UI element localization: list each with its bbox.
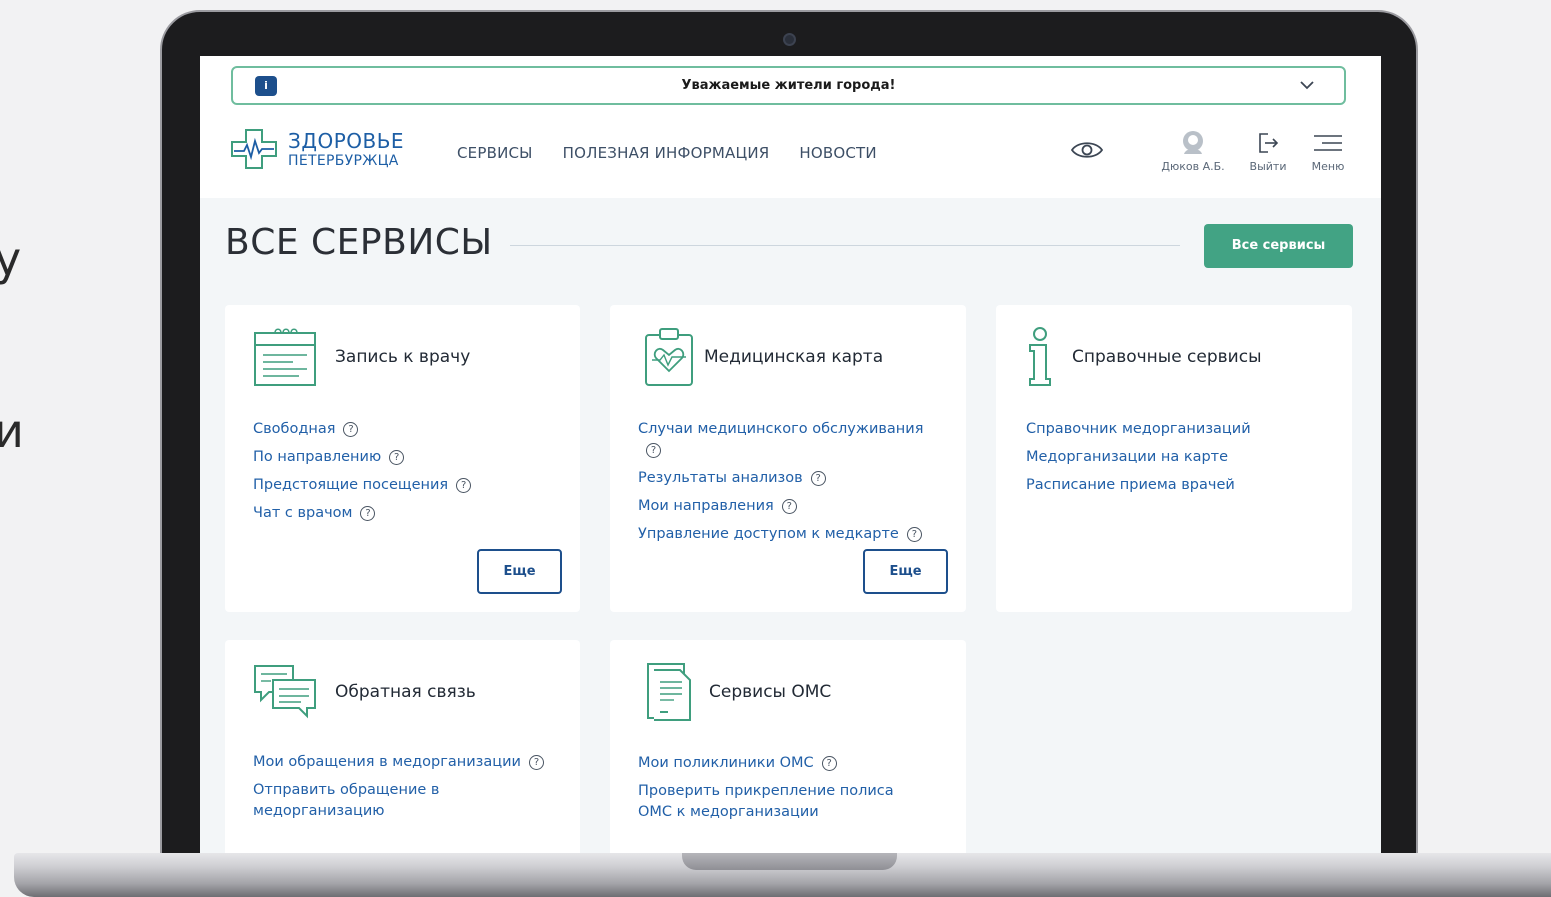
- card-title: Запись к врачу: [335, 347, 471, 367]
- nav-useful-info[interactable]: ПОЛЕЗНАЯ ИНФОРМАЦИЯ: [563, 144, 770, 162]
- help-icon[interactable]: ?: [389, 450, 405, 465]
- link-my-referrals[interactable]: Мои направления?: [638, 496, 938, 517]
- logo[interactable]: ЗДОРОВЬЕ ПЕТЕРБУРЖЦА: [230, 126, 430, 172]
- link-my-clinics[interactable]: Мои поликлиники ОМС?: [638, 753, 938, 774]
- link-doctors-schedule[interactable]: Расписание приема врачей: [1026, 475, 1251, 496]
- alert-text: Уважаемые жители города!: [681, 78, 896, 93]
- logo-subtitle: ПЕТЕРБУРЖЦА: [288, 153, 399, 169]
- link-medical-cases[interactable]: Случаи медицинского обслуживания?: [638, 419, 938, 461]
- nav-services[interactable]: СЕРВИСЫ: [457, 144, 533, 162]
- alert-banner[interactable]: i Уважаемые жители города!: [231, 66, 1346, 105]
- card-links: Справочник медорганизаций Медорганизации…: [1026, 419, 1251, 503]
- link-free-appointment[interactable]: Свободная?: [253, 419, 471, 440]
- link-my-appeals[interactable]: Мои обращения в медорганизации?: [253, 752, 553, 773]
- card-title: Медицинская карта: [704, 347, 884, 367]
- logout-icon: [1259, 133, 1279, 153]
- exit-button[interactable]: Выйти: [1243, 130, 1293, 173]
- help-icon[interactable]: ?: [528, 755, 544, 770]
- card-title: Сервисы ОМС: [709, 682, 832, 702]
- medical-card-icon: [645, 328, 693, 386]
- exit-label: Выйти: [1249, 160, 1287, 173]
- title-divider: [510, 245, 1180, 246]
- link-record-access[interactable]: Управление доступом к медкарте?: [638, 524, 938, 545]
- link-by-referral[interactable]: По направлению?: [253, 447, 471, 468]
- user-name: Дюков А.Б.: [1161, 160, 1225, 173]
- link-organizations-map[interactable]: Медорганизации на карте: [1026, 447, 1251, 468]
- cutoff-glyph-1: у: [0, 232, 22, 286]
- more-button[interactable]: Еще: [477, 549, 562, 594]
- card-links: Мои поликлиники ОМС? Проверить прикрепле…: [638, 753, 938, 830]
- calendar-icon: [254, 328, 316, 386]
- camera-icon: [783, 33, 796, 46]
- help-icon[interactable]: ?: [646, 443, 661, 458]
- more-button[interactable]: Еще: [863, 549, 948, 594]
- card-medical-record: Медицинская карта Случаи медицинского об…: [610, 305, 966, 612]
- avatar-icon: [1183, 131, 1203, 154]
- cutoff-glyph-2: и: [0, 404, 24, 458]
- logo-title: ЗДОРОВЬЕ: [288, 129, 405, 153]
- card-links: Случаи медицинского обслуживания? Резуль…: [638, 419, 938, 552]
- link-send-appeal[interactable]: Отправить обращение в медорганизацию: [253, 780, 463, 822]
- link-upcoming-visits[interactable]: Предстоящие посещения?: [253, 475, 472, 496]
- nav-news[interactable]: НОВОСТИ: [799, 144, 876, 162]
- chevron-down-icon[interactable]: [1298, 76, 1316, 94]
- all-services-button[interactable]: Все сервисы: [1204, 224, 1353, 268]
- card-links: Мои обращения в медорганизации? Отправит…: [253, 752, 553, 829]
- help-icon[interactable]: ?: [906, 527, 922, 542]
- link-doctor-chat[interactable]: Чат с врачом?: [253, 503, 471, 524]
- menu-label: Меню: [1311, 160, 1345, 173]
- logo-cross-icon: [231, 129, 277, 169]
- eye-icon[interactable]: [1070, 139, 1104, 161]
- screen: i Уважаемые жители города! ЗДОРОВЬЕ ПЕТЕ…: [200, 56, 1381, 853]
- help-icon[interactable]: ?: [821, 756, 837, 771]
- help-icon[interactable]: ?: [360, 506, 376, 521]
- link-organizations-directory[interactable]: Справочник медорганизаций: [1026, 419, 1251, 440]
- card-title: Обратная связь: [335, 682, 476, 702]
- help-icon[interactable]: ?: [810, 471, 826, 486]
- card-feedback: Обратная связь Мои обращения в медоргани…: [225, 640, 580, 853]
- user-profile-button[interactable]: Дюков А.Б.: [1158, 130, 1228, 173]
- menu-button[interactable]: Меню: [1304, 130, 1352, 173]
- laptop-notch: [682, 853, 897, 870]
- card-title: Справочные сервисы: [1072, 347, 1262, 367]
- help-icon[interactable]: ?: [456, 478, 472, 493]
- link-check-policy[interactable]: Проверить прикрепление полиса ОМС к медо…: [638, 781, 913, 823]
- document-icon: [647, 663, 691, 721]
- card-reference-services: Справочные сервисы Справочник медорганиз…: [996, 305, 1352, 612]
- header: i Уважаемые жители города! ЗДОРОВЬЕ ПЕТЕ…: [200, 56, 1381, 198]
- hamburger-icon: [1314, 135, 1342, 151]
- help-icon[interactable]: ?: [781, 499, 797, 514]
- link-test-results[interactable]: Результаты анализов?: [638, 468, 938, 489]
- main-nav: СЕРВИСЫ ПОЛЕЗНАЯ ИНФОРМАЦИЯ НОВОСТИ: [457, 144, 877, 162]
- card-doctor-appointment: Запись к врачу Свободная? По направлению…: [225, 305, 580, 612]
- help-icon[interactable]: ?: [343, 422, 359, 437]
- card-oms-services: Сервисы ОМС Мои поликлиники ОМС? Провери…: [610, 640, 966, 853]
- page-title: ВСЕ СЕРВИСЫ: [225, 222, 493, 263]
- chat-bubbles-icon: [254, 665, 316, 719]
- card-links: Свободная? По направлению? Предстоящие п…: [253, 419, 472, 531]
